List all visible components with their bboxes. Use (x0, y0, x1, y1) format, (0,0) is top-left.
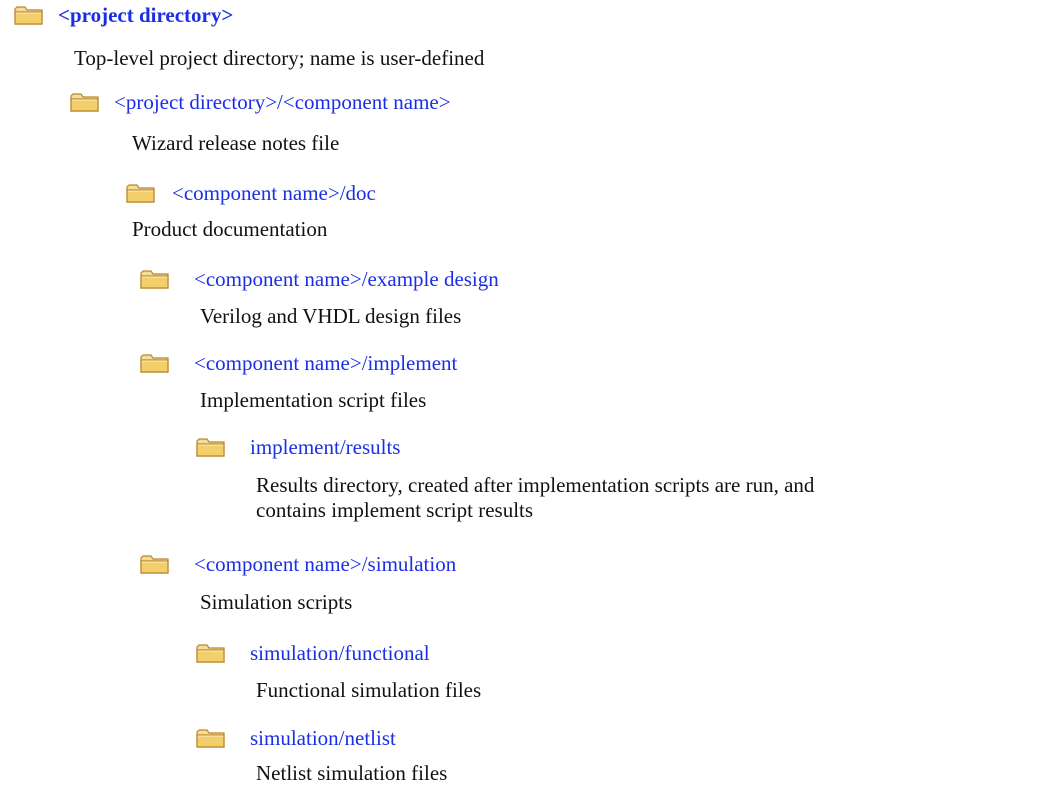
component-description: Wizard release notes file (132, 131, 340, 155)
simulation-description: Simulation scripts (200, 590, 353, 614)
directory-tree: <project directory> Top-level project di… (0, 0, 1054, 785)
simulation-netlist-description-block: Netlist simulation files (256, 760, 447, 786)
root-directory-link[interactable]: <project directory> (58, 2, 233, 28)
implement-description: Implementation script files (200, 388, 427, 412)
folder-icon (70, 91, 100, 113)
component-directory-link[interactable]: <project directory>/<component name> (114, 89, 451, 115)
tree-node-component: <project directory>/<component name> (70, 89, 451, 115)
folder-icon (196, 642, 226, 664)
tree-node-implement-results: implement/results (196, 434, 400, 460)
implement-results-directory-link[interactable]: implement/results (250, 434, 400, 460)
implement-results-description-block-2: contains implement script results (256, 497, 533, 523)
tree-node-implement: <component name>/implement (140, 350, 457, 376)
folder-icon (140, 553, 170, 575)
example-design-description: Verilog and VHDL design files (200, 304, 462, 328)
tree-node-simulation-functional: simulation/functional (196, 640, 430, 666)
implement-results-description-line2: contains implement script results (256, 498, 534, 522)
root-description: Top-level project directory; name is use… (74, 46, 485, 70)
doc-description-block: Product documentation (132, 216, 327, 242)
folder-icon (14, 4, 44, 26)
folder-icon (140, 352, 170, 374)
folder-icon (196, 436, 226, 458)
simulation-description-block: Simulation scripts (200, 589, 352, 615)
example-design-description-block: Verilog and VHDL design files (200, 303, 461, 329)
root-description-block: Top-level project directory; name is use… (74, 45, 484, 71)
tree-node-doc: <component name>/doc (126, 180, 376, 206)
simulation-directory-link[interactable]: <component name>/simulation (194, 551, 456, 577)
component-description-block: Wizard release notes file (132, 130, 339, 156)
doc-description: Product documentation (132, 217, 328, 241)
example-design-directory-link[interactable]: <component name>/example design (194, 266, 499, 292)
tree-node-simulation: <component name>/simulation (140, 551, 456, 577)
implement-results-description-line1: Results directory, created after impleme… (256, 473, 815, 497)
implement-results-description-block: Results directory, created after impleme… (256, 472, 814, 498)
folder-icon (196, 727, 226, 749)
tree-node-example-design: <component name>/example design (140, 266, 499, 292)
simulation-functional-description-block: Functional simulation files (256, 677, 481, 703)
simulation-netlist-directory-link[interactable]: simulation/netlist (250, 725, 396, 751)
folder-icon (140, 268, 170, 290)
implement-directory-link[interactable]: <component name>/implement (194, 350, 457, 376)
implement-description-block: Implementation script files (200, 387, 426, 413)
simulation-netlist-description: Netlist simulation files (256, 761, 448, 785)
tree-node-root: <project directory> (14, 2, 233, 28)
simulation-functional-description: Functional simulation files (256, 678, 482, 702)
tree-node-simulation-netlist: simulation/netlist (196, 725, 396, 751)
doc-directory-link[interactable]: <component name>/doc (172, 180, 376, 206)
folder-icon (126, 182, 156, 204)
simulation-functional-directory-link[interactable]: simulation/functional (250, 640, 430, 666)
